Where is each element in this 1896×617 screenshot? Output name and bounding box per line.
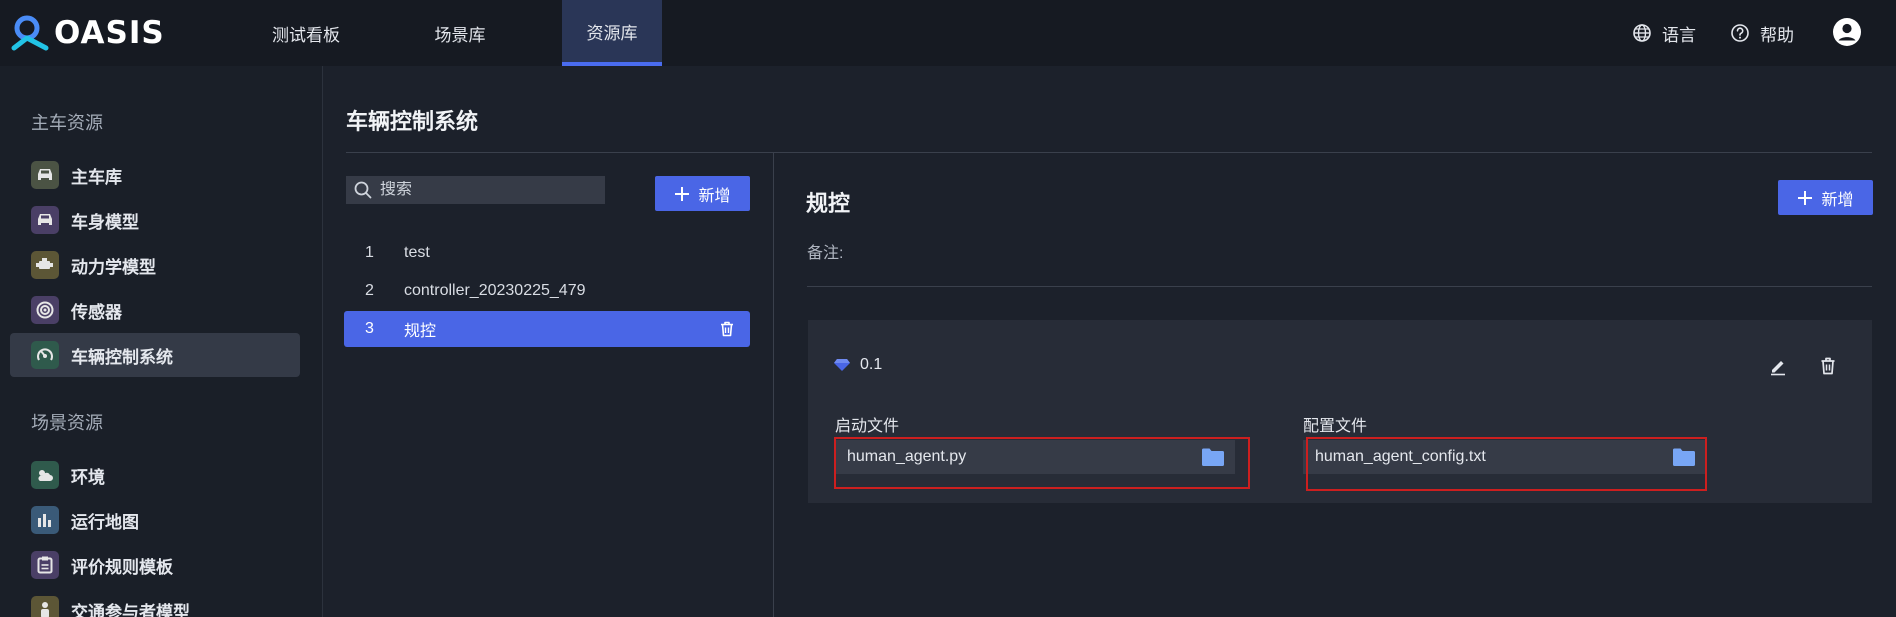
top-navbar: OASIS 测试看板 场景库 资源库 语言 帮助 — [0, 0, 1896, 66]
user-account-icon — [1833, 18, 1861, 46]
add-button-label: 新增 — [698, 187, 731, 205]
delete-version-icon[interactable] — [1818, 356, 1838, 376]
highlight-box — [834, 437, 1250, 489]
tab-label: 资源库 — [586, 23, 638, 43]
tab-test-dashboard[interactable]: 测试看板 — [256, 0, 356, 66]
detail-divider — [807, 286, 1872, 287]
add-button-label: 新增 — [1821, 191, 1854, 209]
list-item[interactable]: 1 test — [344, 235, 750, 271]
help-icon — [1731, 24, 1749, 42]
detail-title: 规控 — [806, 191, 851, 216]
logo-text: OASIS — [54, 15, 165, 51]
tab-resource-library[interactable]: 资源库 — [562, 0, 662, 66]
sidebar: 主车资源 主车库 车身模型 动力学模型 传感器 车辆控制系统 场景资源 环境 运… — [0, 66, 323, 617]
version-name: 0.1 — [860, 356, 883, 373]
list-item-name: 规控 — [404, 323, 437, 340]
tab-label: 测试看板 — [272, 25, 340, 45]
language-menu[interactable]: 语言 — [1632, 21, 1696, 45]
delete-icon[interactable] — [718, 320, 736, 338]
tab-scene-library[interactable]: 场景库 — [410, 0, 510, 66]
list-item[interactable]: 3 规控 — [344, 311, 750, 347]
sidebar-item-run-map[interactable]: 运行地图 — [10, 498, 300, 542]
radar-icon — [31, 296, 59, 324]
sidebar-item-vehicle-library[interactable]: 主车库 — [10, 153, 300, 197]
clipboard-icon — [31, 551, 59, 579]
language-label: 语言 — [1662, 25, 1696, 45]
sidebar-item-label: 运行地图 — [71, 512, 139, 532]
sidebar-section-title: 场景资源 — [31, 413, 103, 433]
panel-divider — [773, 152, 774, 617]
version-header: 0.1 — [834, 356, 882, 374]
diamond-icon — [834, 359, 850, 371]
tab-label: 场景库 — [434, 25, 486, 45]
globe-icon — [1633, 24, 1651, 42]
help-label: 帮助 — [1760, 25, 1794, 45]
sidebar-item-label: 动力学模型 — [71, 257, 156, 277]
page-title: 车辆控制系统 — [346, 109, 479, 134]
plus-icon — [675, 186, 690, 201]
config-file-label: 配置文件 — [1303, 418, 1368, 435]
list-item-index: 1 — [365, 244, 374, 261]
list-item-name: test — [404, 244, 430, 261]
add-controller-button[interactable]: 新增 — [655, 176, 750, 211]
title-divider — [346, 152, 1872, 153]
search-icon — [354, 181, 372, 199]
search-input[interactable] — [380, 181, 580, 199]
user-avatar[interactable] — [1832, 17, 1862, 47]
map-icon — [31, 506, 59, 534]
sidebar-item-label: 交通参与者模型 — [71, 602, 190, 617]
list-item-index: 3 — [365, 320, 374, 337]
list-item[interactable]: 2 controller_20230225_479 — [344, 273, 750, 309]
list-item-index: 2 — [365, 282, 374, 299]
add-version-button[interactable]: 新增 — [1778, 180, 1873, 215]
sidebar-item-dynamics-model[interactable]: 动力学模型 — [10, 243, 300, 287]
sidebar-item-environment[interactable]: 环境 — [10, 453, 300, 497]
search-box[interactable] — [346, 176, 605, 204]
sidebar-item-label: 传感器 — [71, 302, 122, 322]
sidebar-item-label: 车辆控制系统 — [71, 347, 173, 367]
sidebar-item-evaluation-template[interactable]: 评价规则模板 — [10, 543, 300, 587]
sidebar-item-label: 主车库 — [71, 167, 122, 187]
highlight-box — [1306, 437, 1707, 491]
steering-icon — [31, 341, 59, 369]
car-front-icon — [31, 161, 59, 189]
car-body-icon — [31, 206, 59, 234]
sidebar-item-vehicle-control-system[interactable]: 车辆控制系统 — [10, 333, 300, 377]
sidebar-item-sensor[interactable]: 传感器 — [10, 288, 300, 332]
oasis-logo-icon — [11, 15, 49, 51]
version-card: 0.1 启动文件 human_agent.py 配置文件 human_agent… — [808, 320, 1872, 503]
edit-icon[interactable] — [1768, 356, 1788, 376]
sidebar-section-title: 主车资源 — [31, 113, 103, 133]
sidebar-item-traffic-participant-model[interactable]: 交通参与者模型 — [10, 588, 300, 617]
sidebar-item-label: 评价规则模板 — [71, 557, 173, 577]
sidebar-item-label: 车身模型 — [71, 212, 139, 232]
startup-file-label: 启动文件 — [835, 418, 900, 435]
engine-icon — [31, 251, 59, 279]
app-logo[interactable]: OASIS — [10, 14, 165, 52]
weather-icon — [31, 461, 59, 489]
remark-label: 备注: — [807, 245, 844, 262]
help-menu[interactable]: 帮助 — [1730, 21, 1794, 45]
list-item-name: controller_20230225_479 — [404, 282, 586, 299]
plus-icon — [1798, 190, 1813, 205]
sidebar-item-vehicle-body-model[interactable]: 车身模型 — [10, 198, 300, 242]
sidebar-item-label: 环境 — [71, 467, 105, 487]
traffic-participant-icon — [31, 596, 59, 617]
